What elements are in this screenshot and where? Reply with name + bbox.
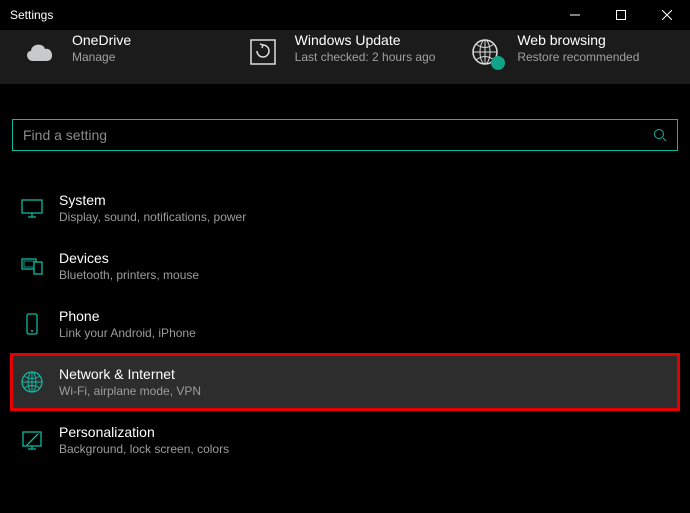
maximize-icon — [616, 10, 626, 20]
category-title: System — [59, 192, 246, 208]
category-title: Phone — [59, 308, 196, 324]
update-title: Windows Update — [295, 32, 436, 48]
category-title: Personalization — [59, 424, 229, 440]
web-browsing-card[interactable]: Web browsing Restore recommended — [465, 32, 670, 72]
search-input[interactable] — [23, 127, 653, 143]
network-icon — [20, 370, 44, 394]
category-sub: Wi-Fi, airplane mode, VPN — [59, 384, 201, 398]
category-phone[interactable]: Phone Link your Android, iPhone — [10, 295, 680, 353]
category-sub: Display, sound, notifications, power — [59, 210, 246, 224]
update-icon — [248, 37, 278, 67]
search-icon — [653, 128, 667, 142]
category-title: Network & Internet — [59, 366, 201, 382]
minimize-icon — [570, 10, 580, 20]
update-sub: Last checked: 2 hours ago — [295, 50, 436, 66]
cloud-icon — [23, 41, 57, 63]
category-list: System Display, sound, notifications, po… — [10, 179, 680, 469]
phone-icon — [20, 312, 44, 336]
minimize-button[interactable] — [552, 0, 598, 30]
search-box[interactable] — [12, 119, 678, 151]
category-personalization[interactable]: Personalization Background, lock screen,… — [10, 411, 680, 469]
maximize-button[interactable] — [598, 0, 644, 30]
onedrive-sub: Manage — [72, 50, 131, 66]
top-status-bar: OneDrive Manage Windows Update Last chec… — [0, 30, 690, 84]
titlebar: Settings — [0, 0, 690, 30]
status-dot-icon — [491, 56, 505, 70]
category-devices[interactable]: Devices Bluetooth, printers, mouse — [10, 237, 680, 295]
category-sub: Background, lock screen, colors — [59, 442, 229, 456]
close-icon — [662, 10, 672, 20]
web-sub: Restore recommended — [517, 50, 639, 66]
web-title: Web browsing — [517, 32, 639, 48]
windows-update-card[interactable]: Windows Update Last checked: 2 hours ago — [243, 32, 448, 72]
category-system[interactable]: System Display, sound, notifications, po… — [10, 179, 680, 237]
window-title: Settings — [10, 8, 53, 22]
close-button[interactable] — [644, 0, 690, 30]
onedrive-title: OneDrive — [72, 32, 131, 48]
category-network[interactable]: Network & Internet Wi-Fi, airplane mode,… — [10, 353, 680, 411]
category-sub: Link your Android, iPhone — [59, 326, 196, 340]
category-title: Devices — [59, 250, 199, 266]
main-content: System Display, sound, notifications, po… — [0, 84, 690, 469]
devices-icon — [20, 254, 44, 278]
category-sub: Bluetooth, printers, mouse — [59, 268, 199, 282]
personalization-icon — [20, 428, 44, 452]
window-controls — [552, 0, 690, 30]
system-icon — [20, 196, 44, 220]
onedrive-card[interactable]: OneDrive Manage — [20, 32, 225, 72]
